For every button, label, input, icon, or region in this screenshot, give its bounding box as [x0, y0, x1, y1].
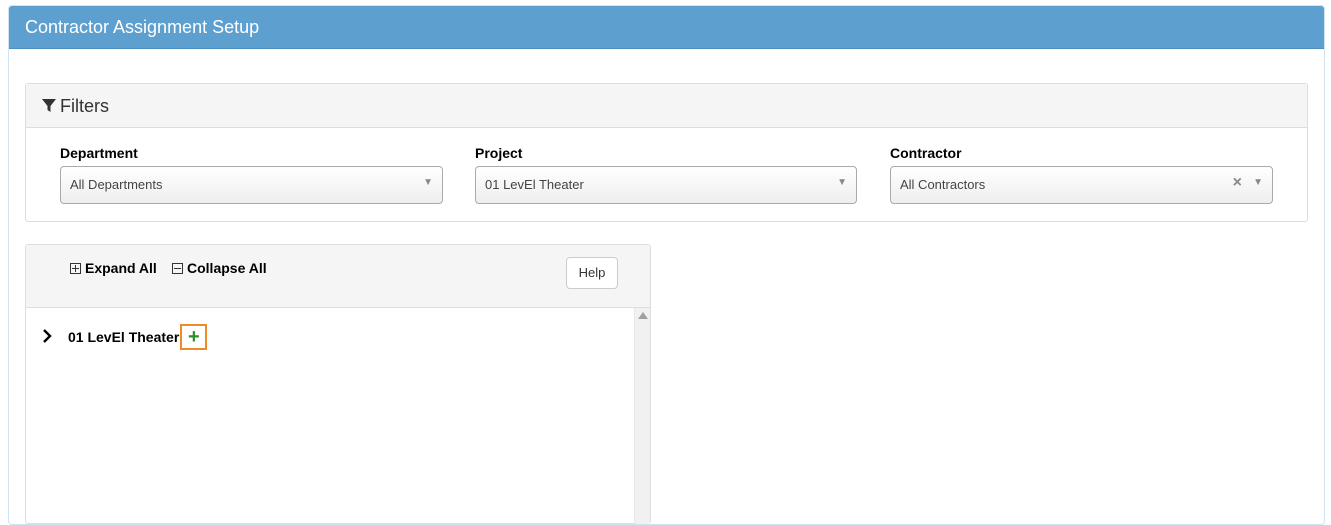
page-title: Contractor Assignment Setup [9, 6, 1324, 49]
project-filter: Project 01 LevEl Theater ▼ [475, 144, 857, 204]
department-value: All Departments [70, 177, 163, 192]
chevron-down-icon: ▼ [1253, 177, 1263, 188]
scroll-up-icon[interactable] [638, 312, 648, 319]
filter-icon [42, 98, 56, 112]
project-value: 01 LevEl Theater [485, 177, 584, 192]
tree-node-label[interactable]: 01 LevEl Theater [68, 329, 179, 345]
filters-header: Filters [26, 84, 1307, 128]
vertical-scrollbar[interactable] [634, 308, 650, 524]
help-button[interactable]: Help [566, 257, 618, 289]
chevron-down-icon: ▼ [837, 177, 847, 188]
department-select[interactable]: All Departments ▼ [60, 166, 443, 204]
tree-node: 01 LevEl Theater + [42, 324, 208, 350]
contractor-select[interactable]: All Contractors × ▼ [890, 166, 1273, 204]
department-label: Department [60, 145, 138, 161]
contractor-value: All Contractors [900, 177, 986, 192]
tree-panel: Expand All Collapse All Help 01 LevEl Th… [25, 244, 651, 524]
tree-body: 01 LevEl Theater + [26, 308, 650, 524]
project-select[interactable]: 01 LevEl Theater ▼ [475, 166, 857, 204]
minus-square-icon [172, 262, 183, 274]
tree-toolbar: Expand All Collapse All Help [26, 245, 650, 308]
collapse-all-button[interactable]: Collapse All [172, 260, 267, 276]
collapse-all-label: Collapse All [187, 260, 267, 276]
contractor-filter: Contractor All Contractors × ▼ [890, 144, 1273, 204]
chevron-down-icon: ▼ [423, 177, 433, 188]
filters-panel: Filters Department All Departments ▼ Pro… [25, 83, 1308, 222]
add-icon[interactable]: + [180, 324, 208, 350]
department-filter: Department All Departments ▼ [60, 144, 443, 204]
chevron-right-icon[interactable] [42, 328, 54, 346]
filters-title: Filters [60, 95, 109, 116]
plus-square-icon [70, 262, 81, 274]
expand-all-label: Expand All [85, 260, 157, 276]
clear-icon[interactable]: × [1233, 175, 1242, 191]
contractor-label: Contractor [890, 145, 962, 161]
project-label: Project [475, 145, 523, 161]
expand-all-button[interactable]: Expand All [70, 260, 157, 276]
